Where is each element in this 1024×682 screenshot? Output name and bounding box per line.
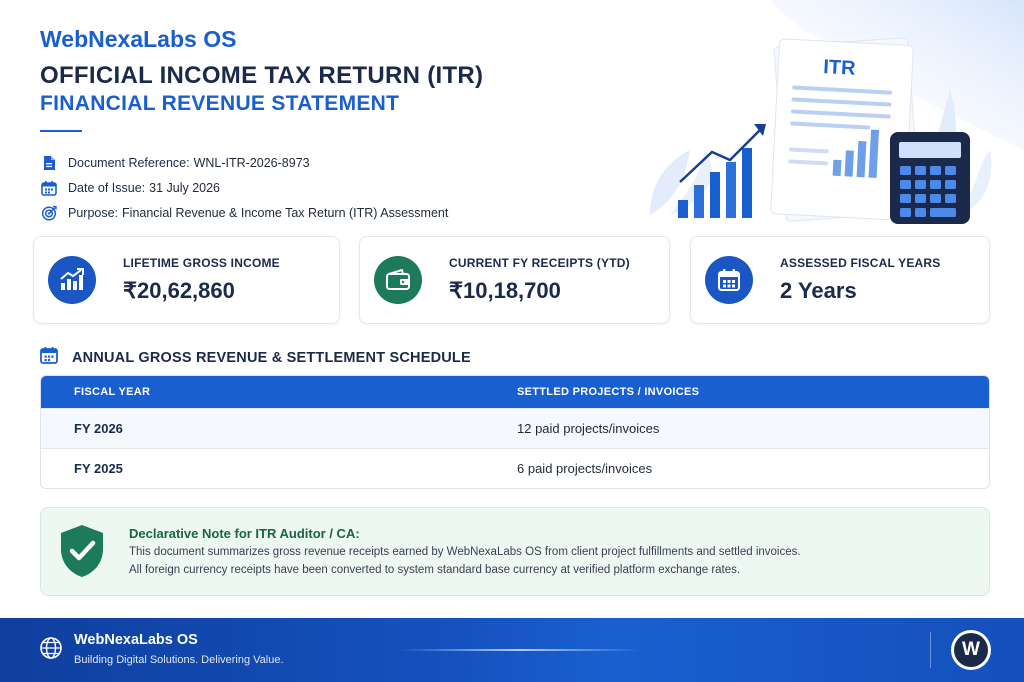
meta-reference: Document Reference: WNL-ITR-2026-8973 bbox=[40, 150, 448, 175]
meta-purpose-label: Purpose: bbox=[68, 205, 119, 220]
schedule-header: ANNUAL GROSS REVENUE & SETTLEMENT SCHEDU… bbox=[40, 346, 471, 369]
meta-reference-label: Document Reference: bbox=[68, 155, 190, 170]
cell-fiscal-year: FY 2025 bbox=[74, 461, 123, 476]
cell-fiscal-year: FY 2026 bbox=[74, 421, 123, 436]
column-header-settled: SETTLED PROJECTS / INVOICES bbox=[517, 386, 700, 398]
footer-light-streak bbox=[400, 649, 640, 651]
note-title: Declarative Note for ITR Auditor / CA: bbox=[129, 526, 360, 541]
shield-check-icon bbox=[58, 523, 106, 584]
footer-tagline: Building Digital Solutions. Delivering V… bbox=[74, 654, 284, 666]
footer-divider bbox=[930, 632, 931, 668]
stat-label: ASSESSED FISCAL YEARS bbox=[780, 256, 941, 270]
title-divider bbox=[40, 130, 82, 132]
hero-doc-label: ITR bbox=[823, 56, 857, 80]
table-row: FY 2025 6 paid projects/invoices bbox=[41, 448, 989, 488]
meta-purpose: Purpose: Financial Revenue & Income Tax … bbox=[40, 200, 448, 225]
tax-statement-page: WebNexaLabs OS OFFICIAL INCOME TAX RETUR… bbox=[0, 0, 1024, 682]
calendar-icon bbox=[40, 179, 58, 197]
meta-reference-value: WNL-ITR-2026-8973 bbox=[193, 155, 310, 170]
cell-settled: 12 paid projects/invoices bbox=[517, 421, 660, 436]
cell-settled: 6 paid projects/invoices bbox=[517, 461, 653, 476]
stat-card-lifetime-income: LIFETIME GROSS INCOME ₹20,62,860 bbox=[33, 236, 340, 324]
logo-letter: W bbox=[954, 633, 988, 667]
stat-value: ₹10,18,700 bbox=[449, 278, 561, 303]
meta-date-label: Date of Issue: bbox=[68, 180, 146, 195]
target-icon bbox=[40, 204, 58, 222]
calculator-icon bbox=[890, 132, 970, 224]
wallet-icon bbox=[374, 256, 422, 304]
schedule-title: ANNUAL GROSS REVENUE & SETTLEMENT SCHEDU… bbox=[72, 349, 471, 366]
auditor-note: Declarative Note for ITR Auditor / CA: T… bbox=[40, 507, 990, 596]
meta-date-value: 31 July 2026 bbox=[149, 180, 221, 195]
column-header-fiscal-year: FISCAL YEAR bbox=[74, 386, 151, 398]
schedule-table: FISCAL YEAR SETTLED PROJECTS / INVOICES … bbox=[40, 375, 990, 489]
document-meta: Document Reference: WNL-ITR-2026-8973 Da… bbox=[40, 150, 448, 225]
page-subtitle: FINANCIAL REVENUE STATEMENT bbox=[40, 92, 400, 115]
globe-icon bbox=[39, 636, 63, 665]
stat-card-current-receipts: CURRENT FY RECEIPTS (YTD) ₹10,18,700 bbox=[359, 236, 670, 324]
note-line: All foreign currency receipts have been … bbox=[129, 564, 741, 576]
meta-purpose-value: Financial Revenue & Income Tax Return (I… bbox=[122, 205, 449, 220]
table-header: FISCAL YEAR SETTLED PROJECTS / INVOICES bbox=[41, 376, 989, 408]
stat-value: 2 Years bbox=[780, 278, 857, 303]
calendar-icon bbox=[705, 256, 753, 304]
document-icon bbox=[40, 154, 58, 172]
meta-date: Date of Issue: 31 July 2026 bbox=[40, 175, 448, 200]
stat-card-fiscal-years: ASSESSED FISCAL YEARS 2 Years bbox=[690, 236, 990, 324]
note-line: This document summarizes gross revenue r… bbox=[129, 546, 801, 558]
growth-chart-icon bbox=[48, 256, 96, 304]
footer-brand: WebNexaLabs OS bbox=[74, 632, 198, 648]
itr-illustration: ITR bbox=[630, 0, 1024, 230]
table-row: FY 2026 12 paid projects/invoices bbox=[41, 408, 989, 448]
calendar-icon bbox=[40, 346, 58, 369]
company-logo: W bbox=[951, 630, 991, 670]
footer: WebNexaLabs OS Building Digital Solution… bbox=[0, 618, 1024, 682]
page-title: OFFICIAL INCOME TAX RETURN (ITR) bbox=[40, 62, 484, 89]
stat-label: CURRENT FY RECEIPTS (YTD) bbox=[449, 256, 630, 270]
stat-value: ₹20,62,860 bbox=[123, 278, 235, 303]
stat-label: LIFETIME GROSS INCOME bbox=[123, 256, 280, 270]
brand-name: WebNexaLabs OS bbox=[40, 26, 237, 52]
